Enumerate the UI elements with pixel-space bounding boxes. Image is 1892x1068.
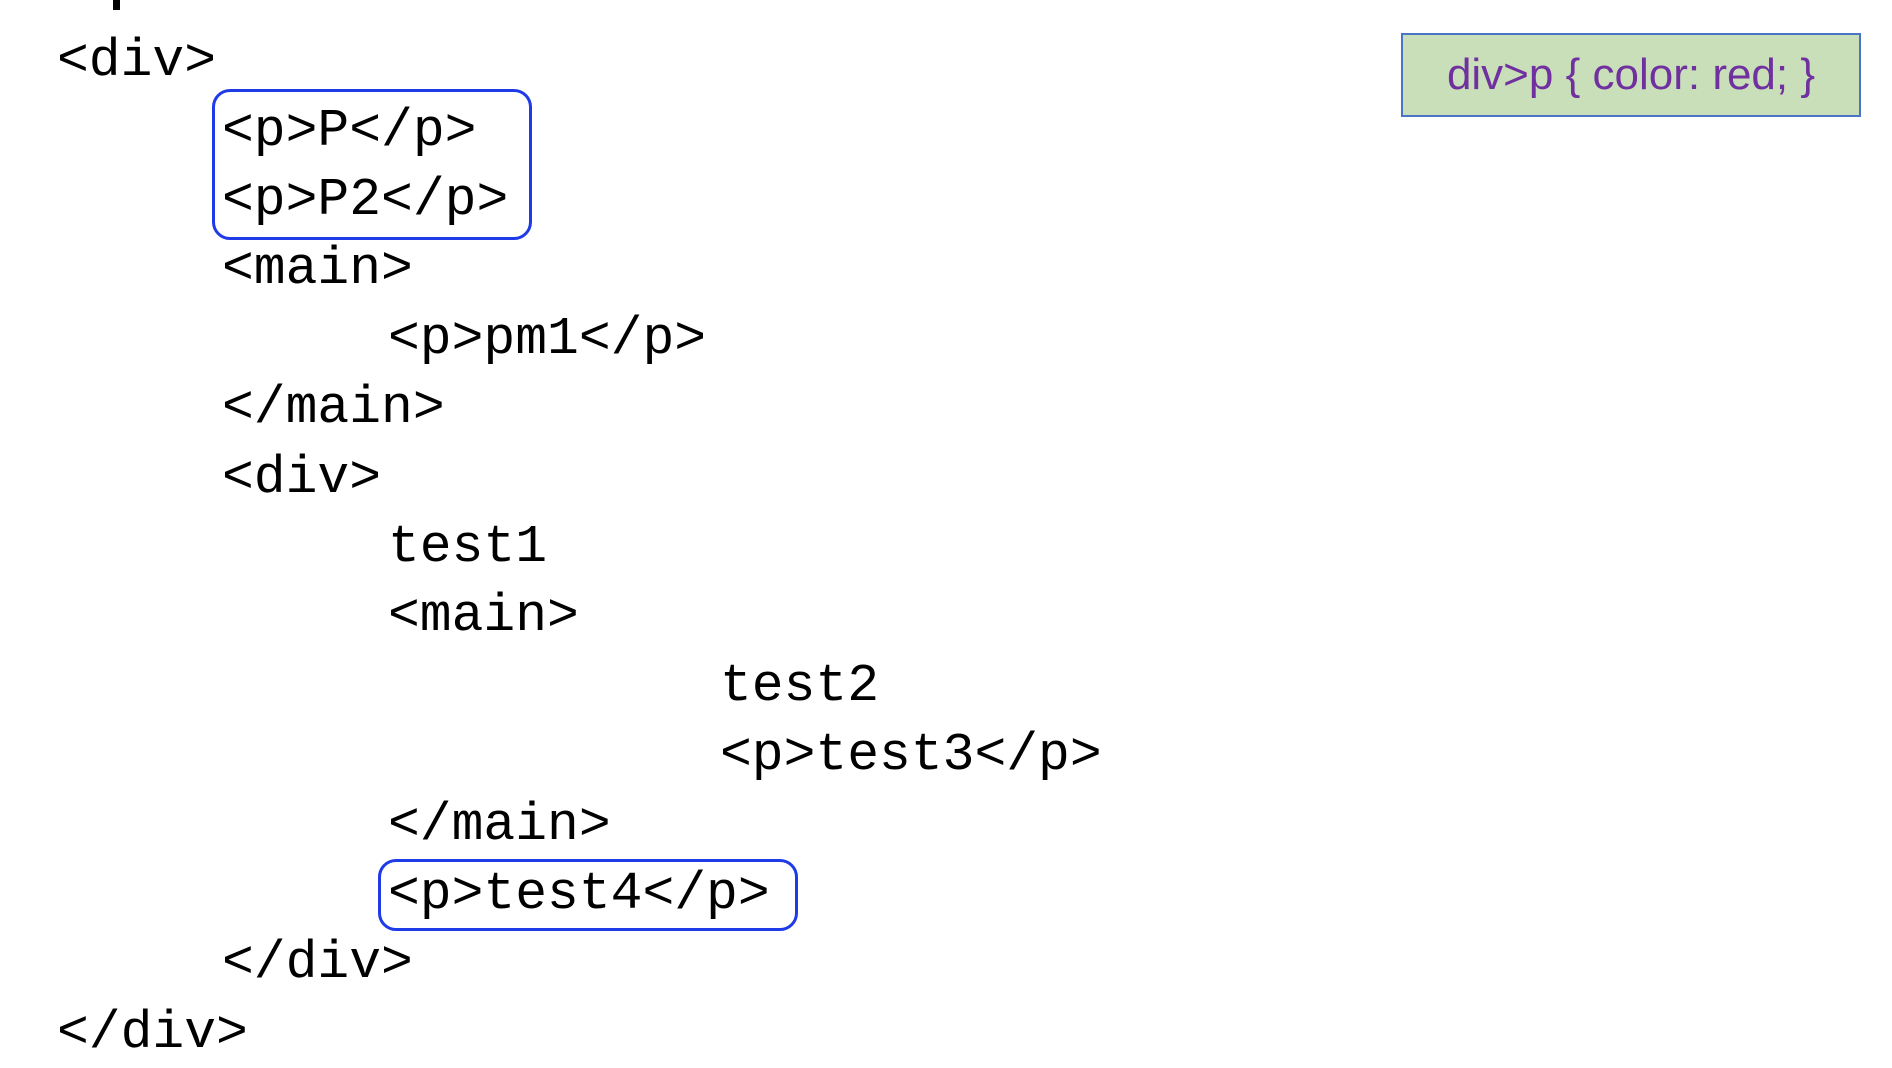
- code-line: <div>: [57, 31, 217, 91]
- code-line: <main>: [388, 586, 579, 646]
- code-line: </main>: [222, 378, 445, 438]
- code-line: </div>: [57, 1003, 248, 1063]
- code-line: <p>P2</p>: [222, 170, 509, 230]
- code-line: test1: [388, 517, 548, 577]
- css-selector-rule: div>p { color: red; }: [1401, 33, 1861, 117]
- code-line: </main>: [388, 795, 611, 855]
- code-line: <div>: [222, 448, 382, 508]
- code-line: <p>P</p>: [222, 101, 477, 161]
- code-line: test2: [720, 656, 880, 716]
- code-line: <p>test3</p>: [720, 725, 1102, 785]
- code-line: </div>: [222, 933, 413, 993]
- cropped-title-fragment: [113, 0, 120, 10]
- code-line: <main>: [222, 239, 413, 299]
- code-line: <p>test4</p>: [388, 864, 770, 924]
- code-line: <p>pm1</p>: [388, 309, 707, 369]
